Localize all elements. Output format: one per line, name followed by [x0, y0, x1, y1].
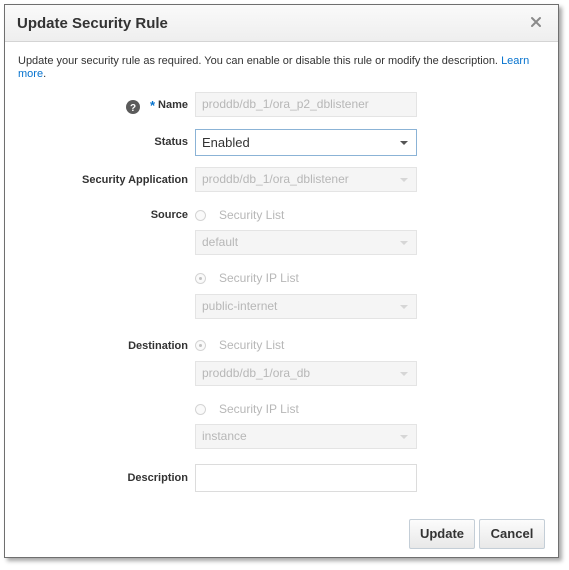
- radio-button[interactable]: [195, 210, 206, 221]
- description-label: Description: [127, 472, 188, 484]
- intro-text: Update your security rule as required. Y…: [18, 55, 538, 81]
- required-asterisk: *: [150, 98, 156, 113]
- security-application-label: Security Application: [82, 174, 188, 186]
- update-button[interactable]: Update: [409, 519, 475, 549]
- name-field[interactable]: proddb/db_1/ora_p2_dblistener: [195, 92, 417, 117]
- destination-security-ip-list-value: instance: [202, 429, 247, 443]
- description-input[interactable]: [195, 464, 417, 492]
- radio-button-checked[interactable]: [195, 340, 206, 351]
- svg-text:?: ?: [130, 103, 136, 114]
- chevron-down-icon: [400, 435, 408, 439]
- source-security-ip-list-value: public-internet: [202, 299, 278, 313]
- radio-button[interactable]: [195, 404, 206, 415]
- destination-security-list-label: Security List: [219, 338, 285, 352]
- help-icon[interactable]: ?: [126, 100, 140, 114]
- radio-button-checked[interactable]: [195, 273, 206, 284]
- source-security-list-select[interactable]: default: [195, 230, 417, 255]
- status-select[interactable]: Enabled: [195, 129, 417, 156]
- status-value: Enabled: [202, 135, 250, 150]
- dialog-title: Update Security Rule: [17, 15, 168, 32]
- intro-period: .: [43, 68, 47, 80]
- intro-description: Update your security rule as required. Y…: [18, 55, 498, 67]
- security-application-value: proddb/db_1/ora_dblistener: [202, 172, 349, 186]
- source-label: Source: [150, 209, 188, 221]
- chevron-down-icon: [400, 305, 408, 309]
- security-application-select[interactable]: proddb/db_1/ora_dblistener: [195, 167, 417, 192]
- close-icon[interactable]: [528, 14, 544, 30]
- destination-security-ip-list-label: Security IP List: [219, 402, 299, 416]
- chevron-down-icon: [400, 141, 408, 145]
- source-security-list-value: default: [202, 235, 239, 249]
- dialog-header: Update Security Rule: [5, 5, 558, 42]
- chevron-down-icon: [400, 178, 408, 182]
- source-security-ip-list-select[interactable]: public-internet: [195, 294, 417, 319]
- destination-security-list-select[interactable]: proddb/db_1/ora_db: [195, 361, 417, 386]
- name-label: Name: [158, 99, 188, 111]
- chevron-down-icon: [400, 241, 408, 245]
- source-security-ip-list-label: Security IP List: [219, 271, 299, 285]
- source-security-list-label: Security List: [219, 208, 285, 222]
- cancel-button[interactable]: Cancel: [479, 519, 545, 549]
- destination-security-list-value: proddb/db_1/ora_db: [202, 366, 311, 380]
- destination-security-ip-list-select[interactable]: instance: [195, 424, 417, 449]
- status-label: Status: [154, 136, 188, 148]
- destination-label: Destination: [128, 340, 188, 352]
- chevron-down-icon: [400, 372, 408, 376]
- update-security-rule-dialog: Update Security Rule Update your securit…: [4, 4, 559, 558]
